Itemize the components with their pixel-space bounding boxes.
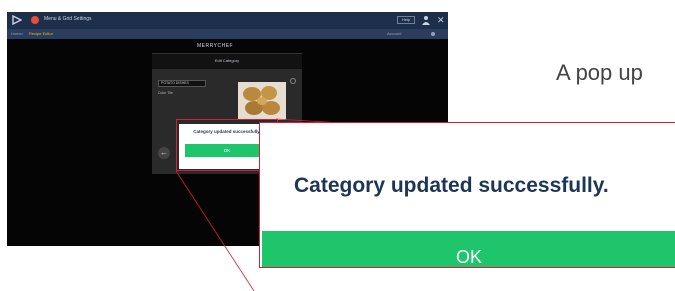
caption-text: A pop up [556,60,643,85]
connector-line-bottom [175,170,255,291]
popup-message: Category updated successfully. [294,174,609,197]
ok-button[interactable]: OK [262,231,675,267]
success-popup-zoomed: Category updated successfully. OK [259,122,675,268]
